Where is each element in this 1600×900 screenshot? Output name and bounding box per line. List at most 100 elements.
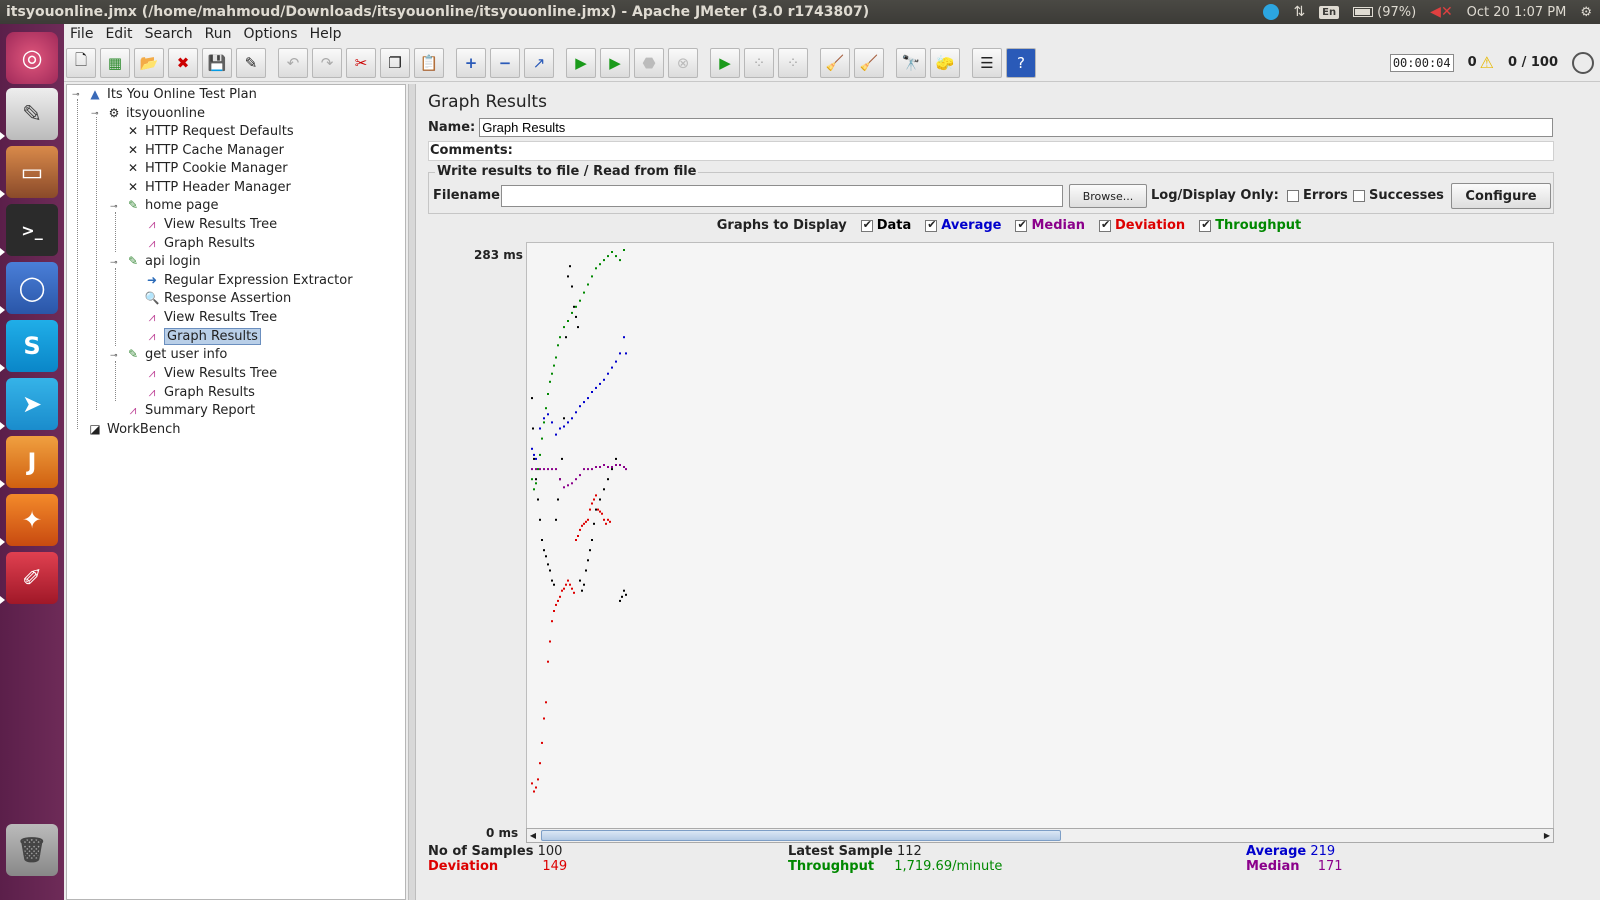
tree-item-http-cache-manager[interactable]: ✕ HTTP Cache Manager xyxy=(125,141,284,159)
new-icon[interactable]: 🗋 xyxy=(66,47,96,78)
remote-shutdown-icon[interactable]: ⁘ xyxy=(778,47,808,78)
network-icon[interactable]: ⇅ xyxy=(1293,4,1305,20)
file-manager-icon[interactable]: ▭ xyxy=(6,146,58,198)
chromium-icon[interactable]: ◯ xyxy=(6,262,58,314)
tree-item-thread-group[interactable]: ⚙ itsyouonline xyxy=(106,104,205,122)
remote-stop-icon[interactable]: ⁘ xyxy=(744,47,774,78)
tree-expander[interactable]: ⊸ xyxy=(110,202,118,212)
scroll-thumb[interactable] xyxy=(541,830,1061,841)
errors-checkbox[interactable] xyxy=(1287,189,1299,202)
cut-icon[interactable]: ✂ xyxy=(346,47,376,78)
tree-item-get-user-info[interactable]: ✎ get user info xyxy=(125,345,227,363)
throughput-checkbox[interactable] xyxy=(1199,218,1212,232)
text-editor-icon[interactable]: ✎ xyxy=(6,88,58,140)
tree-expander[interactable]: ⊸ xyxy=(72,90,80,100)
clock[interactable]: Oct 20 1:07 PM xyxy=(1467,5,1567,20)
expand-all-icon[interactable]: + xyxy=(456,47,486,78)
drawing-app-icon[interactable]: ✐ xyxy=(6,552,58,604)
tree-item-http-request-defaults[interactable]: ✕ HTTP Request Defaults xyxy=(125,122,294,140)
start-icon[interactable]: ▶ xyxy=(566,47,596,78)
terminal-icon[interactable]: >_ xyxy=(6,204,58,256)
tree-expander[interactable]: ⊸ xyxy=(110,351,118,361)
median-checkbox[interactable] xyxy=(1015,218,1028,232)
undo-icon[interactable]: ↶ xyxy=(278,47,308,78)
search-icon[interactable]: 🔭 xyxy=(896,47,926,78)
graph-option-throughput[interactable]: Throughput xyxy=(1199,218,1301,233)
clear-icon[interactable]: 🧹 xyxy=(820,47,850,78)
deviation-checkbox[interactable] xyxy=(1099,218,1112,232)
keyboard-indicator[interactable]: En xyxy=(1319,5,1340,19)
menu-search[interactable]: Search xyxy=(139,26,199,42)
tree-item-summary-report[interactable]: ⩘ Summary Report xyxy=(125,401,255,419)
panel-splitter[interactable] xyxy=(408,84,416,900)
menu-options[interactable]: Options xyxy=(238,26,304,42)
trash-icon[interactable]: 🗑 xyxy=(6,824,58,876)
tree-item-view-results-tree-2[interactable]: ⩘ View Results Tree xyxy=(144,308,278,326)
save-icon[interactable]: 💾 xyxy=(202,47,232,78)
close-file-icon[interactable]: ✖ xyxy=(168,47,198,78)
successes-checkbox[interactable] xyxy=(1353,189,1365,202)
templates-icon[interactable]: ▦ xyxy=(100,47,130,78)
browse-button[interactable]: Browse... xyxy=(1069,184,1147,208)
volume-muted-icon[interactable]: ◀✕ xyxy=(1430,4,1453,20)
start-no-pause-icon[interactable]: ▶ xyxy=(600,47,630,78)
tree-item-response-assertion[interactable]: 🔍 Response Assertion xyxy=(144,289,292,307)
graph-option-average[interactable]: Average xyxy=(925,218,1001,233)
tree-item-workbench[interactable]: ◪ WorkBench xyxy=(87,420,180,438)
shutdown-icon[interactable]: ⊗ xyxy=(668,47,698,78)
firefox-icon[interactable]: ✦ xyxy=(6,494,58,546)
menu-edit[interactable]: Edit xyxy=(99,26,138,42)
save-screenshot-icon[interactable]: ✎ xyxy=(236,47,266,78)
tree-item-view-results-tree-1[interactable]: ⩘ View Results Tree xyxy=(144,215,278,233)
paste-icon[interactable]: 📋 xyxy=(414,47,444,78)
tree-item-graph-results-2[interactable]: ⩘ Graph Results xyxy=(144,327,261,345)
comments-field[interactable]: Comments: xyxy=(428,141,1554,161)
telegram-indicator[interactable] xyxy=(1263,4,1280,20)
tree-item-http-header-manager[interactable]: ✕ HTTP Header Manager xyxy=(125,178,291,196)
graph-option-median[interactable]: Median xyxy=(1015,218,1085,233)
tree-item-home-page[interactable]: ✎ home page xyxy=(125,196,219,214)
scroll-right-icon[interactable]: ▶ xyxy=(1541,829,1553,842)
remote-start-icon[interactable]: ▶ xyxy=(710,47,740,78)
tree-item-regex-extractor[interactable]: ➜ Regular Expression Extractor xyxy=(144,271,353,289)
reset-search-icon[interactable]: 🧽 xyxy=(930,47,960,78)
system-gear-icon[interactable]: ⚙ xyxy=(1580,5,1592,20)
menu-help[interactable]: Help xyxy=(304,26,348,42)
function-helper-icon[interactable]: ☰ xyxy=(972,47,1002,78)
skype-icon[interactable]: S xyxy=(6,320,58,372)
errors-option[interactable]: Errors xyxy=(1287,188,1348,203)
clear-all-icon[interactable]: 🧹 xyxy=(854,47,884,78)
tree-expander[interactable]: ⊸ xyxy=(91,109,99,119)
menu-file[interactable]: File xyxy=(64,26,99,42)
tree-item-test-plan[interactable]: ▲ Its You Online Test Plan xyxy=(87,85,256,103)
tree-item-graph-results-1[interactable]: ⩘ Graph Results xyxy=(144,234,255,252)
menu-run[interactable]: Run xyxy=(199,26,238,42)
tree-item-api-login[interactable]: ✎ api login xyxy=(125,252,201,270)
graph-option-data[interactable]: Data xyxy=(860,218,911,233)
redo-icon[interactable]: ↷ xyxy=(312,47,342,78)
battery-indicator[interactable]: (97%) xyxy=(1353,5,1416,20)
help-icon[interactable]: ? xyxy=(1006,47,1036,78)
configure-button[interactable]: Configure xyxy=(1451,183,1551,209)
jmeter-icon[interactable]: J xyxy=(6,436,58,488)
name-field[interactable] xyxy=(479,118,1554,137)
collapse-all-icon[interactable]: − xyxy=(490,47,520,78)
open-icon[interactable]: 📂 xyxy=(134,47,164,78)
successes-option[interactable]: Successes xyxy=(1353,188,1444,203)
tree-item-graph-results-3[interactable]: ⩘ Graph Results xyxy=(144,383,255,401)
graph-horizontal-scrollbar[interactable]: ◀ ▶ xyxy=(526,828,1554,843)
copy-icon[interactable]: ❐ xyxy=(380,47,410,78)
data-checkbox[interactable] xyxy=(860,218,873,232)
warning-counter[interactable]: 0 ⚠ xyxy=(1468,53,1494,72)
telegram-launcher-icon[interactable]: ➤ xyxy=(6,378,58,430)
tree-expander[interactable]: ⊸ xyxy=(110,258,118,268)
toggle-icon[interactable]: ↗ xyxy=(524,47,554,78)
tree-item-http-cookie-manager[interactable]: ✕ HTTP Cookie Manager xyxy=(125,159,288,177)
ubuntu-dash-icon[interactable]: ◎ xyxy=(6,32,58,84)
scroll-left-icon[interactable]: ◀ xyxy=(527,829,539,842)
average-checkbox[interactable] xyxy=(925,218,938,232)
tree-item-view-results-tree-3[interactable]: ⩘ View Results Tree xyxy=(144,364,278,382)
filename-input[interactable] xyxy=(501,185,1063,207)
stop-icon[interactable]: ⬣ xyxy=(634,47,664,78)
graph-option-deviation[interactable]: Deviation xyxy=(1099,218,1185,233)
